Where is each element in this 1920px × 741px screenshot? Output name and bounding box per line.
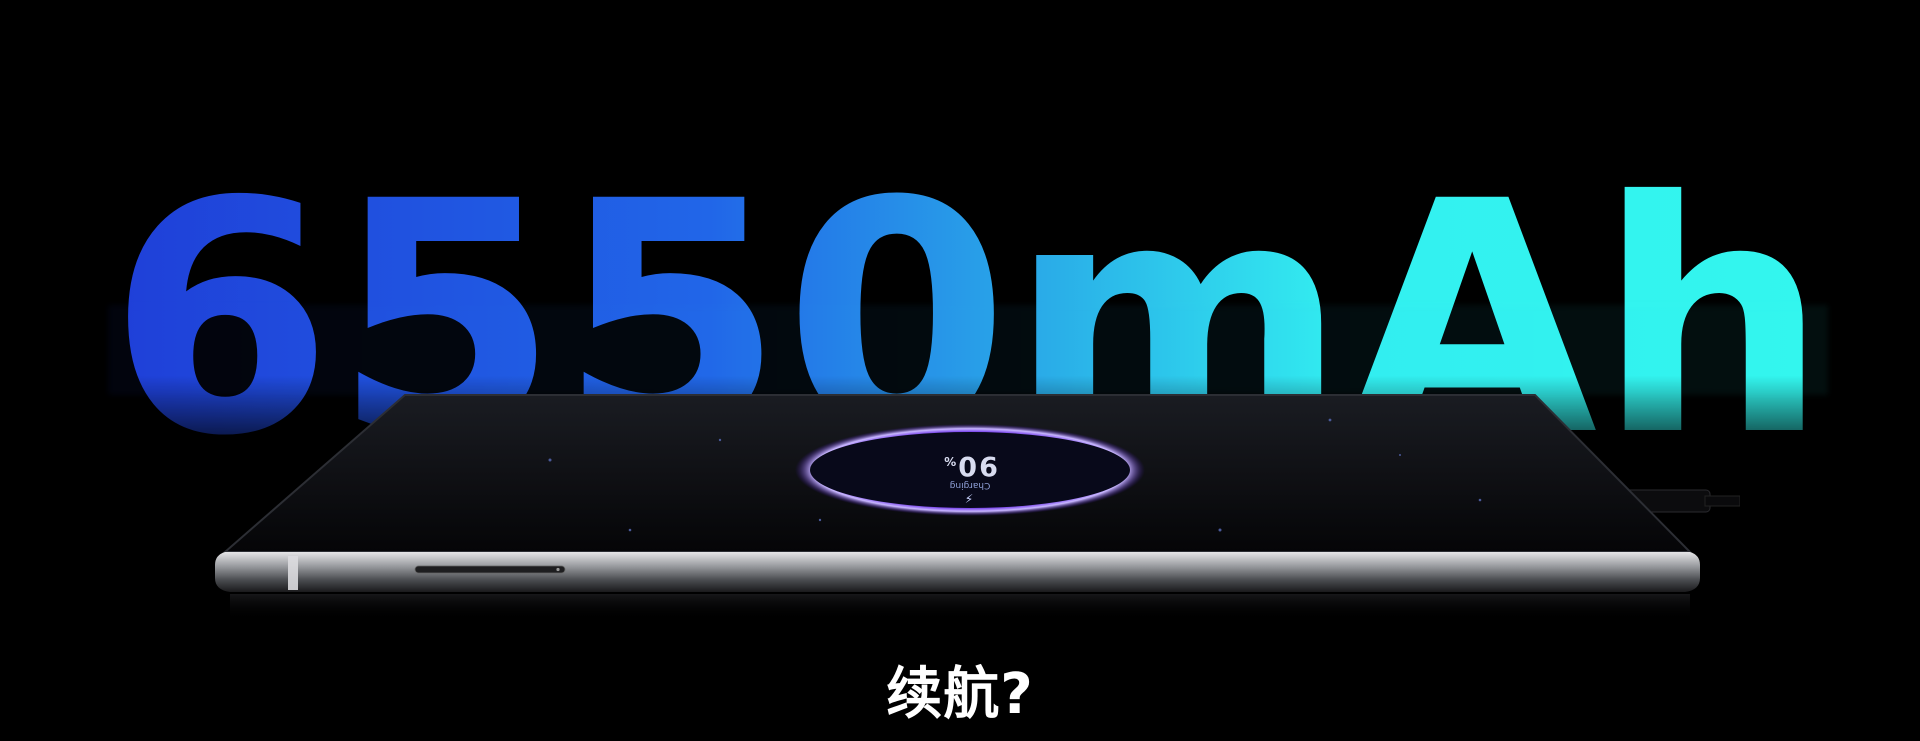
sim-eject-hole — [556, 567, 560, 572]
antenna-band — [288, 556, 298, 590]
tablet-device — [215, 394, 1740, 620]
battery-promo-scene: 6550mAh 90% Charging ⚡ 续航? — [0, 0, 1920, 741]
caption-text: 续航? — [886, 662, 1034, 727]
sim-tray — [414, 565, 566, 574]
